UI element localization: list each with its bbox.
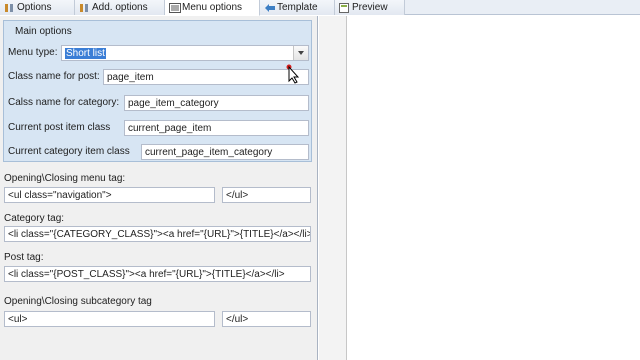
add-options-icon [79,3,89,13]
template-icon [264,3,275,13]
options-icon [4,3,14,13]
splitter-strip [319,16,347,360]
subcategory-tag-close-input[interactable]: </ul> [222,311,311,327]
subcategory-tag-label: Opening\Closing subcategory tag [4,296,152,307]
tab-menu-options-label: Menu options [182,2,243,13]
menu-tag-close-input[interactable]: </ul> [222,187,311,203]
tab-bar: Options Add. options Menu options Templa… [0,0,640,16]
tab-options[interactable]: Options [0,0,75,15]
current-post-label: Current post item class [8,122,111,133]
tab-preview-label: Preview [352,2,388,13]
menu-type-label: Menu type: [8,47,58,58]
menu-tag-open-input[interactable]: <ul class="navigation"> [4,187,215,203]
category-class-input[interactable]: page_item_category [124,95,309,111]
menu-options-panel: Main options Menu type: Short list Class… [0,16,318,360]
subcategory-tag-open-input[interactable]: <ul> [4,311,215,327]
tab-options-label: Options [17,2,52,13]
post-class-label: Class name for post: [8,71,100,82]
menu-tag-label: Opening\Closing menu tag: [4,173,126,184]
main-options-group: Main options Menu type: Short list Class… [3,20,312,162]
tab-add-options-label: Add. options [92,2,148,13]
current-post-input[interactable]: current_page_item [124,120,309,136]
tab-menu-options[interactable]: Menu options [165,0,260,16]
menu-options-icon [169,2,181,13]
tab-add-options[interactable]: Add. options [75,0,165,15]
tab-template-label: Template [277,2,318,13]
current-category-label: Current category item class [8,146,130,157]
chevron-down-icon[interactable] [293,46,308,60]
post-tag-input[interactable]: <li class="{POST_CLASS}"><a href="{URL}"… [4,266,311,282]
current-category-input[interactable]: current_page_item_category [141,144,309,160]
preview-icon [339,2,349,13]
category-tag-input[interactable]: <li class="{CATEGORY_CLASS}"><a href="{U… [4,226,311,242]
post-tag-label: Post tag: [4,252,44,263]
tab-preview[interactable]: Preview [335,0,405,15]
mouse-cursor-icon [286,64,300,87]
category-tag-label: Category tag: [4,213,65,224]
menu-type-value: Short list [65,48,106,59]
menu-type-select[interactable]: Short list [61,45,309,61]
category-class-label: Calss name for category: [8,97,120,108]
group-title: Main options [15,26,72,37]
post-class-input[interactable]: page_item [103,69,309,85]
tab-template[interactable]: Template [260,0,335,15]
